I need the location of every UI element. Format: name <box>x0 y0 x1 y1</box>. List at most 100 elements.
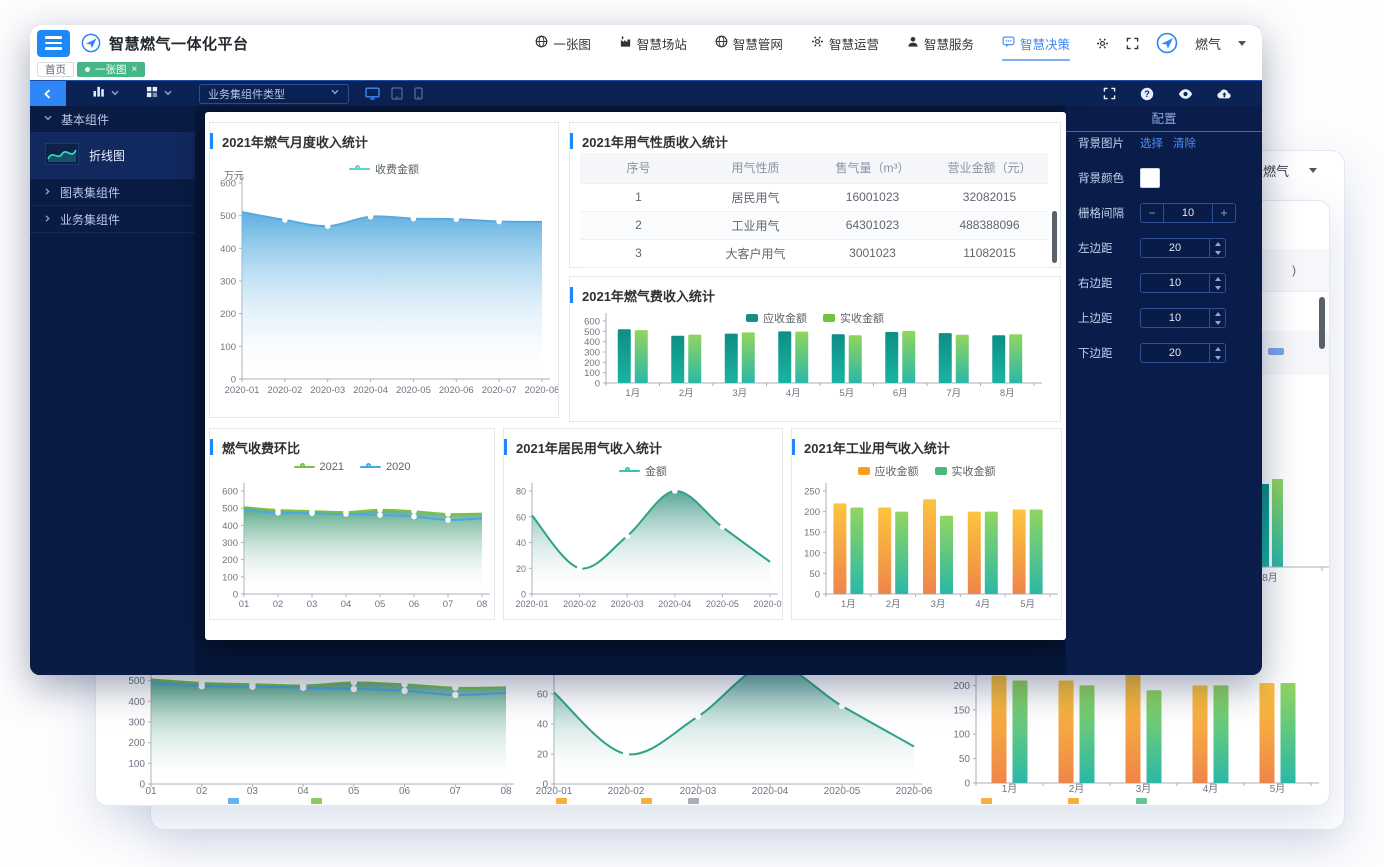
bg-image-choose-link[interactable]: 选择 <box>1140 135 1163 151</box>
legend-item-应收金额[interactable]: 应收金额 <box>746 310 807 326</box>
spin-down-icon[interactable] <box>1210 248 1225 257</box>
widget-title: 2021年工业用气收入统计 <box>792 437 950 457</box>
svg-text:4月: 4月 <box>975 599 990 610</box>
legend-item-2021[interactable]: 2021 <box>294 461 344 473</box>
table-scrollbar-thumb[interactable] <box>1052 211 1057 263</box>
publish-cloud-icon[interactable] <box>1217 87 1232 100</box>
spinner-buttons[interactable] <box>1209 344 1225 362</box>
sidebar-group-基本组件[interactable]: 基本组件 <box>30 106 195 133</box>
fullscreen-icon[interactable] <box>1126 37 1139 50</box>
spin-up-icon[interactable] <box>1210 309 1225 318</box>
caret-down-icon <box>1215 356 1221 360</box>
legend-item-金额[interactable]: 金额 <box>619 463 667 479</box>
svg-text:400: 400 <box>220 244 236 255</box>
svg-text:2020-03: 2020-03 <box>310 385 345 396</box>
hamburger-menu-button[interactable] <box>37 30 70 57</box>
widget-title-text: 燃气收费环比 <box>222 438 300 457</box>
spin-up-icon[interactable] <box>1210 344 1225 353</box>
margin-input-下边距[interactable]: 20 <box>1140 343 1226 363</box>
fullscreen-icon[interactable] <box>1103 87 1116 100</box>
chevron-down-icon <box>43 112 53 126</box>
tab-active[interactable]: 一张图 × <box>77 62 145 77</box>
design-canvas: 2021年燃气月度收入统计01002003004005006002020-012… <box>195 106 1066 675</box>
spin-up-icon[interactable] <box>1210 274 1225 283</box>
sidebar-group-label: 基本组件 <box>61 111 109 128</box>
minus-button[interactable]: − <box>1141 204 1163 222</box>
chart-legend: 应收金额实收金额 <box>792 463 1061 479</box>
widget-title: 2021年燃气月度收入统计 <box>210 131 368 151</box>
table-header-cell: 序号 <box>580 153 697 183</box>
legend-item-收费金额[interactable]: 收费金额 <box>349 161 419 177</box>
spin-down-icon[interactable] <box>1210 318 1225 327</box>
legend-item-实收金额[interactable]: 实收金额 <box>823 310 884 326</box>
widget-title: 2021年用气性质收入统计 <box>570 131 728 151</box>
spin-down-icon[interactable] <box>1210 353 1225 362</box>
config-panel: 配置 背景图片选择清除背景颜色栅格间隔−10+左边距20右边距10上边距10下边… <box>1066 106 1262 675</box>
tab-close-icon[interactable]: × <box>132 65 138 75</box>
config-bg-image-label: 背景图片 <box>1078 135 1140 151</box>
sidebar-group-业务集组件[interactable]: 业务集组件 <box>30 206 195 233</box>
caret-down-icon[interactable] <box>1238 41 1246 46</box>
spin-up-icon[interactable] <box>1210 239 1225 248</box>
nav-item-智慧运营[interactable]: 智慧运营 <box>811 25 879 61</box>
svg-text:4月: 4月 <box>1203 783 1219 795</box>
tablet-icon[interactable] <box>391 87 403 100</box>
collapse-sidebar-button[interactable] <box>30 81 66 107</box>
svg-text:400: 400 <box>222 521 238 532</box>
nav-item-智慧场站[interactable]: 智慧场站 <box>619 25 687 61</box>
margin-input-右边距[interactable]: 10 <box>1140 273 1226 293</box>
svg-text:0: 0 <box>233 590 238 601</box>
chevron-down-icon <box>110 85 120 103</box>
svg-text:2020-01: 2020-01 <box>536 786 573 797</box>
svg-text:4月: 4月 <box>786 388 801 399</box>
phone-icon[interactable] <box>414 87 423 100</box>
component-type-select-value: 业务集组件类型 <box>208 86 285 102</box>
spinner-buttons[interactable] <box>1209 309 1225 327</box>
config-右边距-label: 右边距 <box>1078 275 1140 291</box>
svg-text:0: 0 <box>231 375 236 386</box>
nav-item-智慧决策[interactable]: 智慧决策 <box>1002 25 1070 61</box>
spin-down-icon[interactable] <box>1210 283 1225 292</box>
svg-text:200: 200 <box>222 555 238 566</box>
sidebar-group-图表集组件[interactable]: 图表集组件 <box>30 179 195 206</box>
legend-item-2020[interactable]: 2020 <box>360 461 410 473</box>
config-bg-color: 背景颜色 <box>1078 167 1250 189</box>
margin-input-上边距[interactable]: 10 <box>1140 308 1226 328</box>
background-link-fragment <box>1268 348 1284 355</box>
widget-chart: 燃气收费环比0100200300400500600010203040506070… <box>209 428 495 620</box>
nav-item-智慧服务[interactable]: 智慧服务 <box>907 25 974 61</box>
svg-text:100: 100 <box>804 548 820 559</box>
sidebar-item-折线图[interactable]: 折线图 <box>30 133 195 179</box>
component-type-select[interactable]: 业务集组件类型 <box>199 84 349 104</box>
legend-item-实收金额[interactable]: 实收金额 <box>935 463 996 479</box>
bg-image-clear-link[interactable]: 清除 <box>1173 135 1196 151</box>
svg-text:300: 300 <box>220 277 236 288</box>
spinner-buttons[interactable] <box>1209 274 1225 292</box>
chart-plot: 01002003004005006000102030405060708 <box>210 429 494 619</box>
grid-components-menu[interactable] <box>146 85 173 103</box>
chart-plot: 0501001502002501月2月3月4月5月 <box>792 429 1061 619</box>
preview-eye-icon[interactable] <box>1178 88 1193 100</box>
svg-text:07: 07 <box>450 786 462 797</box>
plus-button[interactable]: + <box>1213 204 1235 222</box>
svg-text:2020-06: 2020-06 <box>753 599 782 609</box>
chart-components-menu[interactable] <box>92 85 120 103</box>
margin-input-左边距[interactable]: 20 <box>1140 238 1226 258</box>
chevron-right-icon <box>43 212 52 226</box>
nav-item-一张图[interactable]: 一张图 <box>535 25 591 61</box>
config-左边距-control: 20 <box>1140 238 1250 258</box>
svg-text:600: 600 <box>222 487 238 498</box>
app-logo-icon <box>81 33 101 53</box>
bg-color-swatch[interactable] <box>1140 168 1160 188</box>
monitor-icon[interactable] <box>365 87 380 100</box>
svg-text:150: 150 <box>804 528 820 539</box>
gear-icon[interactable] <box>1096 37 1109 50</box>
legend-label: 应收金额 <box>875 463 919 479</box>
tab-home[interactable]: 首页 <box>37 62 74 77</box>
svg-text:3月: 3月 <box>931 599 946 610</box>
nav-item-智慧管网[interactable]: 智慧管网 <box>715 25 783 61</box>
spinner-buttons[interactable] <box>1209 239 1225 257</box>
help-icon[interactable]: ? <box>1140 87 1154 101</box>
legend-item-应收金额[interactable]: 应收金额 <box>858 463 919 479</box>
table-row: 3大客户用气300102311082015 <box>580 239 1048 267</box>
